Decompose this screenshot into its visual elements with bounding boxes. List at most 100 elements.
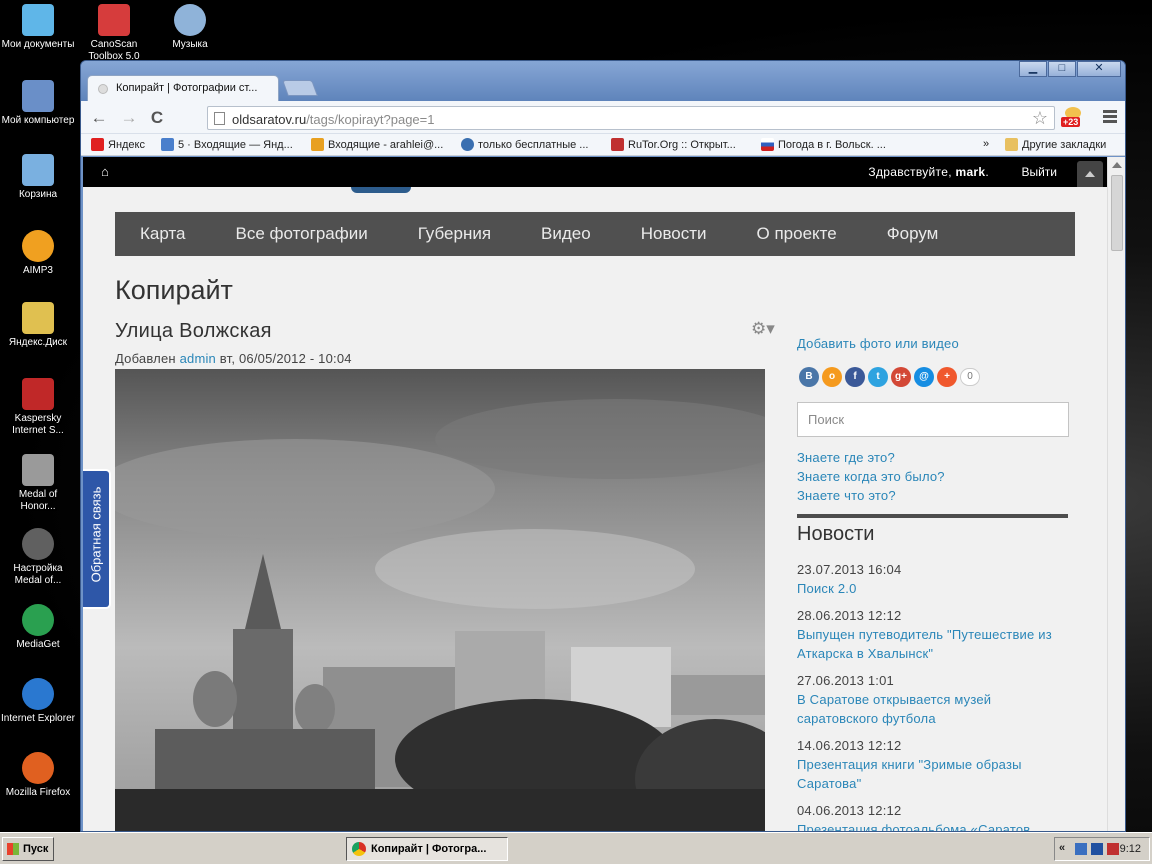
page-title: Копирайт bbox=[115, 275, 233, 305]
question-what-link[interactable]: Знаете что это? bbox=[797, 488, 896, 503]
desktop-icon-recycle-bin[interactable]: Корзина bbox=[0, 154, 76, 201]
new-tab-button[interactable] bbox=[282, 80, 318, 96]
home-icon[interactable]: ⌂ bbox=[101, 164, 109, 179]
language-icon[interactable] bbox=[1091, 843, 1103, 855]
game-icon bbox=[22, 454, 54, 486]
other-bookmarks-label: Другие закладки bbox=[1022, 139, 1107, 151]
forward-button[interactable]: → bbox=[119, 108, 139, 128]
chrome-icon bbox=[352, 842, 366, 856]
bookmark-free[interactable]: только бесплатные ... bbox=[461, 138, 588, 151]
bookmark-yandex[interactable]: Яндекс bbox=[91, 138, 145, 151]
back-button[interactable]: ← bbox=[89, 108, 109, 128]
question-links: Знаете где это? Знаете когда это было? З… bbox=[797, 448, 945, 505]
bookmark-weather[interactable]: Погода в г. Вольск. ... bbox=[761, 138, 886, 151]
desktop-icon-internet-explorer[interactable]: Internet Explorer bbox=[0, 678, 76, 725]
desktop-icon-my-documents[interactable]: Мои документы bbox=[0, 4, 76, 51]
desktop-icon-my-computer[interactable]: Мой компьютер bbox=[0, 80, 76, 127]
desktop-icon-medal-of-honor[interactable]: Medal of Honor... bbox=[0, 454, 76, 513]
page-icon bbox=[214, 112, 225, 125]
nav-forum[interactable]: Форум bbox=[887, 212, 939, 256]
news-item: 14.06.2013 12:12 Презентация книги "Зрим… bbox=[797, 736, 1069, 793]
other-bookmarks[interactable]: Другие закладки bbox=[1005, 138, 1106, 151]
weather-badge: +23 bbox=[1061, 117, 1081, 127]
title-bar[interactable]: Копирайт | Фотографии ст... ▁ □ ✕ bbox=[81, 61, 1125, 101]
desktop-icon-mediaget[interactable]: MediaGet bbox=[0, 604, 76, 651]
address-bar[interactable]: oldsaratov.ru/tags/kopirayt?page=1 ☆ bbox=[207, 106, 1055, 130]
nav-about[interactable]: О проекте bbox=[757, 212, 837, 256]
scroll-up-arrow-icon[interactable] bbox=[1112, 162, 1122, 168]
desktop-icon-medal-settings[interactable]: Настройка Medal of... bbox=[0, 528, 76, 587]
desktop-icon-music[interactable]: Музыка bbox=[152, 4, 228, 51]
nav-video[interactable]: Видео bbox=[541, 212, 591, 256]
site-logo[interactable] bbox=[351, 187, 411, 193]
bookmark-inbox[interactable]: Входящие - arahlei@... bbox=[311, 138, 443, 151]
desktop-icon-kaspersky[interactable]: Kaspersky Internet S... bbox=[0, 378, 76, 437]
desktop-icon-canoscan[interactable]: CanoScan Toolbox 5.0 bbox=[76, 4, 152, 63]
news-list: 23.07.2013 16:04 Поиск 2.0 28.06.2013 12… bbox=[797, 560, 1069, 831]
nav-news[interactable]: Новости bbox=[641, 212, 707, 256]
close-button[interactable]: ✕ bbox=[1077, 61, 1121, 77]
network-icon[interactable] bbox=[1075, 843, 1087, 855]
news-date: 23.07.2013 16:04 bbox=[797, 562, 902, 577]
facebook-share-icon[interactable]: f bbox=[845, 367, 865, 387]
question-where-link[interactable]: Знаете где это? bbox=[797, 450, 895, 465]
feedback-tab[interactable]: Обратная связь bbox=[83, 469, 111, 609]
scrollbar-thumb[interactable] bbox=[1111, 175, 1123, 251]
nav-province[interactable]: Губерния bbox=[418, 212, 491, 256]
news-link[interactable]: В Саратове открывается музей саратовског… bbox=[797, 692, 991, 726]
tray-expand-button[interactable]: « bbox=[1059, 842, 1065, 854]
weather-extension-icon[interactable]: +23 bbox=[1061, 107, 1087, 129]
odnoklassniki-share-icon[interactable]: о bbox=[822, 367, 842, 387]
post-title[interactable]: Улица Волжская bbox=[115, 320, 272, 343]
search-input[interactable]: Поиск bbox=[797, 402, 1069, 437]
mail-share-icon[interactable]: @ bbox=[914, 367, 934, 387]
logout-link[interactable]: Выйти bbox=[1021, 165, 1057, 179]
question-when-link[interactable]: Знаете когда это было? bbox=[797, 469, 945, 484]
browser-tab[interactable]: Копирайт | Фотографии ст... bbox=[87, 75, 279, 101]
reload-button[interactable]: C bbox=[147, 108, 167, 128]
news-link[interactable]: Поиск 2.0 bbox=[797, 581, 857, 596]
username[interactable]: mark bbox=[955, 165, 985, 179]
clock[interactable]: 9:12 bbox=[1120, 843, 1141, 855]
twitter-share-icon[interactable]: t bbox=[868, 367, 888, 387]
news-link[interactable]: Презентация фотоальбома «Саратов Германа… bbox=[797, 822, 1030, 831]
news-link[interactable]: Выпущен путеводитель "Путешествие из Атк… bbox=[797, 627, 1052, 661]
bookmarks-more-button[interactable]: » bbox=[983, 138, 989, 150]
desktop-icon-label: Medal of Honor... bbox=[18, 489, 58, 512]
news-item: 28.06.2013 12:12 Выпущен путеводитель "П… bbox=[797, 606, 1069, 663]
volume-icon[interactable] bbox=[1107, 843, 1119, 855]
recycle-bin-icon bbox=[22, 154, 54, 186]
news-heading: Новости bbox=[797, 523, 875, 545]
url-text: oldsaratov.ru/tags/kopirayt?page=1 bbox=[232, 112, 434, 127]
more-share-icon[interactable]: + bbox=[937, 367, 957, 387]
scanner-app-icon bbox=[98, 4, 130, 36]
desktop-icon-aimp[interactable]: AIMP3 bbox=[0, 230, 76, 277]
bookmark-rutor[interactable]: RuTor.Org :: Открыт... bbox=[611, 138, 736, 151]
desktop-icon-label: Яндекс.Диск bbox=[8, 337, 68, 348]
post-byline: Добавлен admin вт, 06/05/2012 - 10:04 bbox=[115, 351, 352, 366]
news-link[interactable]: Презентация книги "Зримые образы Саратов… bbox=[797, 757, 1022, 791]
add-photo-link[interactable]: Добавить фото или видео bbox=[797, 336, 959, 351]
scroll-up-button[interactable] bbox=[1077, 161, 1103, 187]
google-plus-share-icon[interactable]: g+ bbox=[891, 367, 911, 387]
news-divider bbox=[797, 514, 1068, 518]
desktop-icon-label: MediaGet bbox=[16, 639, 60, 650]
desktop-icon-firefox[interactable]: Mozilla Firefox bbox=[0, 752, 76, 799]
desktop-icon-yandex-disk[interactable]: Яндекс.Диск bbox=[0, 302, 76, 349]
nav-map[interactable]: Карта bbox=[140, 212, 186, 256]
bookmark-star-icon[interactable]: ☆ bbox=[1032, 108, 1048, 129]
author-link[interactable]: admin bbox=[180, 351, 216, 366]
page-scrollbar[interactable] bbox=[1107, 157, 1125, 831]
flag-icon bbox=[761, 138, 774, 151]
minimize-button[interactable]: ▁ bbox=[1019, 61, 1047, 77]
taskbar-chrome-button[interactable]: Копирайт | Фотогра... bbox=[346, 837, 508, 861]
yandex-icon bbox=[91, 138, 104, 151]
start-button[interactable]: Пуск bbox=[2, 837, 54, 861]
gear-icon[interactable]: ⚙▾ bbox=[751, 319, 775, 339]
menu-icon[interactable] bbox=[1103, 110, 1117, 125]
maximize-button[interactable]: □ bbox=[1048, 61, 1076, 77]
vk-share-icon[interactable]: В bbox=[799, 367, 819, 387]
nav-all-photos[interactable]: Все фотографии bbox=[236, 212, 368, 256]
post-photo[interactable] bbox=[115, 369, 765, 831]
bookmark-yandex-mail[interactable]: 5 · Входящие — Янд... bbox=[161, 138, 293, 151]
